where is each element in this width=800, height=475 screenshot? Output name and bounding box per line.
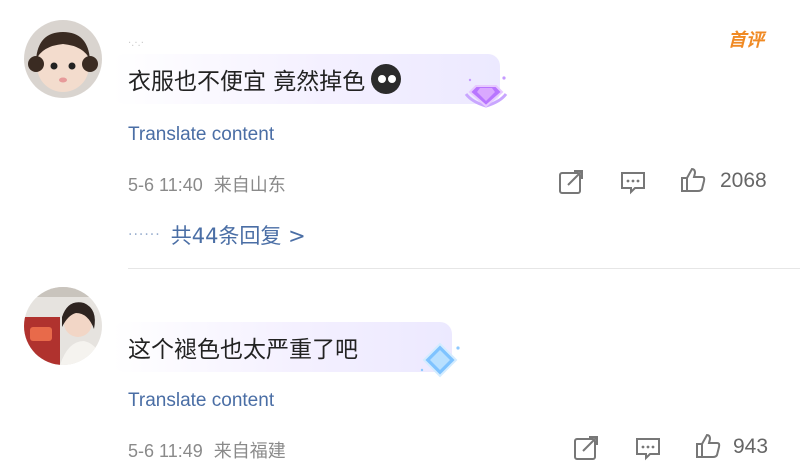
avatar[interactable] xyxy=(24,20,102,98)
comment-text-row: 这个褪色也太严重了吧 xyxy=(128,330,358,364)
location: 来自福建 xyxy=(213,441,286,461)
location: 来自山东 xyxy=(213,175,286,195)
comment-divider xyxy=(128,268,800,269)
first-comment-tag: 首评 xyxy=(728,30,764,50)
comment-item: ·.·.· 首评 衣服也不便宜 竟然掉色 Translate content 5… xyxy=(0,0,800,270)
view-replies-link[interactable]: ······ 共44条回复 > xyxy=(128,220,306,250)
comment-text-row: 衣服也不便宜 竟然掉色 xyxy=(128,62,402,96)
replies-label: 共44条回复 > xyxy=(170,224,306,248)
like-icon[interactable] xyxy=(694,432,722,460)
purple-diamond-badge-icon xyxy=(464,76,508,108)
comment-icon[interactable] xyxy=(619,168,647,196)
user-avatar-image xyxy=(24,287,102,365)
avatar[interactable] xyxy=(24,287,102,365)
blue-diamond-badge-icon xyxy=(420,342,460,378)
share-icon[interactable] xyxy=(572,434,600,462)
username[interactable]: ·.·.· xyxy=(128,38,144,49)
comment-item: 这个褪色也太严重了吧 Translate content 5-6 11:49 来… xyxy=(0,270,800,475)
comment-meta: 5-6 11:49 来自福建 xyxy=(128,437,286,463)
replies-dots: ······ xyxy=(128,227,161,243)
comment-icon[interactable] xyxy=(634,434,662,462)
timestamp: 5-6 11:40 xyxy=(128,175,203,195)
like-count: 2068 xyxy=(720,169,767,192)
translate-content-link[interactable]: Translate content xyxy=(128,124,274,146)
child-avatar-image xyxy=(24,20,102,98)
timestamp: 5-6 11:49 xyxy=(128,441,203,461)
comment-meta: 5-6 11:40 来自山东 xyxy=(128,171,286,197)
translate-content-link[interactable]: Translate content xyxy=(128,390,274,412)
like-count: 943 xyxy=(733,435,769,458)
comment-text: 这个褪色也太严重了吧 xyxy=(128,337,358,363)
comment-text: 衣服也不便宜 竟然掉色 xyxy=(128,69,366,95)
share-icon[interactable] xyxy=(557,168,585,196)
like-icon[interactable] xyxy=(679,166,707,194)
crying-face-emoji xyxy=(371,64,402,94)
